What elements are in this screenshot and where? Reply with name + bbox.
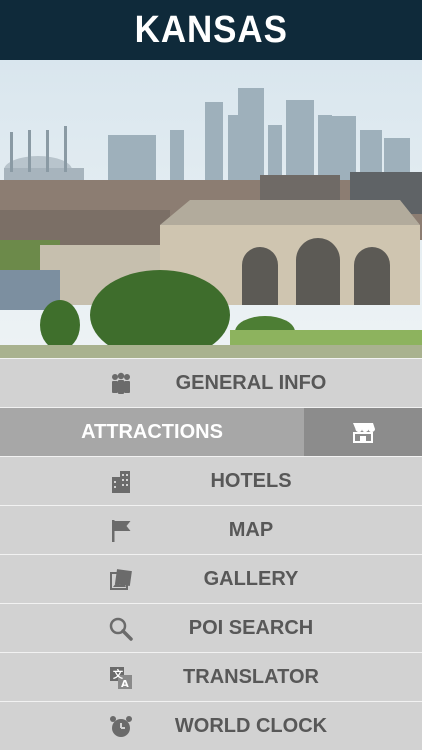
- menu-item-label: MAP: [228, 518, 274, 541]
- menu-item-map[interactable]: MAP: [0, 505, 422, 554]
- page-title: KANSAS: [134, 8, 288, 51]
- city-photo: [0, 60, 422, 358]
- menu-item-label: GALLERY: [203, 567, 299, 590]
- magnifier-icon: [109, 617, 133, 641]
- photos-icon: [110, 569, 132, 590]
- menu-item-hotels[interactable]: HOTELS: [0, 456, 422, 505]
- menu-item-label: GENERAL INFO: [175, 371, 327, 394]
- svg-text:A: A: [121, 679, 129, 690]
- attractions-icon-panel: [304, 408, 422, 456]
- translate-icon: 文 A: [110, 667, 132, 690]
- menu-item-label: ATTRACTIONS: [81, 420, 223, 443]
- store-icon: [353, 423, 375, 443]
- people-icon: [112, 372, 130, 394]
- menu-item-poi-search[interactable]: POI SEARCH: [0, 603, 422, 652]
- menu-item-general-info[interactable]: GENERAL INFO: [0, 358, 422, 407]
- menu-item-translator[interactable]: 文 A TRANSLATOR: [0, 652, 422, 701]
- menu-item-label: POI SEARCH: [188, 616, 314, 639]
- menu-item-label: TRANSLATOR: [183, 665, 319, 688]
- app-header: KANSAS: [0, 0, 422, 60]
- flag-icon: [112, 520, 131, 542]
- menu-item-gallery[interactable]: GALLERY: [0, 554, 422, 603]
- menu-item-world-clock[interactable]: WORLD CLOCK: [0, 701, 422, 750]
- main-menu: GENERAL INFO ATTRACTIONS HOTELS MAP GALL…: [0, 358, 422, 750]
- menu-item-label: HOTELS: [210, 469, 292, 492]
- alarm-clock-icon: [110, 716, 132, 737]
- building-icon: [112, 471, 130, 493]
- menu-item-label: WORLD CLOCK: [174, 714, 328, 737]
- hero-image: [0, 60, 422, 358]
- menu-item-attractions[interactable]: ATTRACTIONS: [0, 407, 422, 456]
